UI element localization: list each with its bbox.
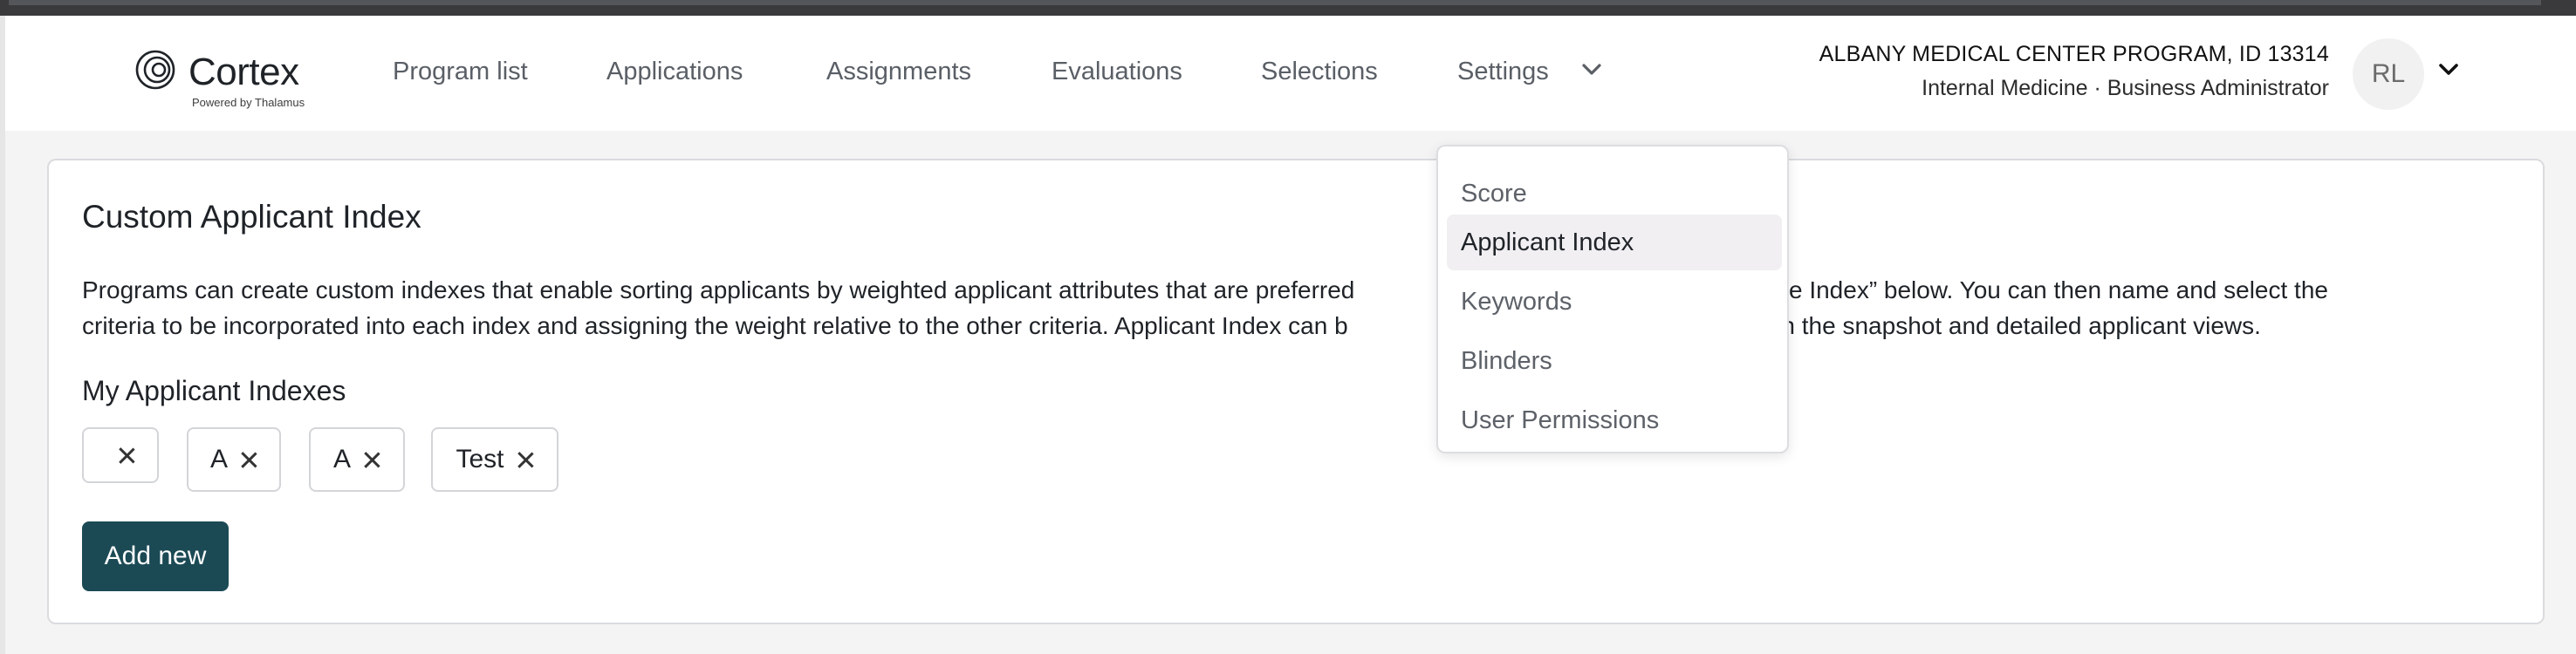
app-logo[interactable]: Cortex Powered by Thalamus: [134, 44, 344, 115]
card-description: Programs can create custom indexes that …: [82, 272, 2508, 344]
add-new-button[interactable]: Add new: [82, 521, 229, 591]
chevron-down-icon[interactable]: [1576, 58, 1607, 82]
close-icon[interactable]: [240, 451, 257, 468]
program-role: Internal Medicine · Business Administrat…: [1922, 76, 2329, 100]
nav-assignments[interactable]: Assignments: [826, 58, 971, 86]
index-chip[interactable]: A: [187, 427, 281, 492]
description-line-1: Programs can create custom indexes that …: [82, 272, 2508, 308]
description-text: criteria to be incorporated into each in…: [82, 312, 1348, 339]
cortex-logo-icon: [135, 50, 175, 90]
browser-top-highlight: [9, 0, 2541, 5]
chevron-down-icon[interactable]: [2433, 58, 2464, 82]
close-icon[interactable]: [517, 451, 534, 468]
browser-top-strip: [0, 0, 2576, 16]
chip-label: A: [332, 445, 351, 473]
chip-label: Test: [456, 445, 504, 473]
chip-label: A: [209, 445, 228, 473]
logo-text: Cortex: [188, 51, 299, 93]
avatar[interactable]: RL: [2353, 38, 2424, 110]
description-text: “Create Index” below. You can then name …: [1721, 276, 2328, 303]
description-text: Programs can create custom indexes that …: [82, 276, 1355, 303]
app-header: Cortex Powered by Thalamus Program list …: [5, 16, 2576, 131]
program-info: ALBANY MEDICAL CENTER PROGRAM, ID 13314 …: [1819, 42, 2329, 101]
close-icon[interactable]: [363, 451, 380, 468]
logo-subtitle: Powered by Thalamus: [192, 96, 305, 109]
close-icon[interactable]: [118, 446, 135, 464]
nav-settings[interactable]: Settings: [1457, 58, 1549, 86]
program-name: ALBANY MEDICAL CENTER PROGRAM, ID 13314: [1819, 42, 2329, 66]
settings-dropdown-menu: Score Applicant Index Keywords Blinders …: [1436, 145, 1789, 453]
applicant-index-card: Custom Applicant Index Programs can crea…: [47, 159, 2545, 624]
menu-item-user-permissions[interactable]: User Permissions: [1447, 392, 1782, 448]
nav-evaluations[interactable]: Evaluations: [1052, 58, 1182, 86]
menu-item-blinders[interactable]: Blinders: [1447, 333, 1782, 389]
menu-item-score[interactable]: Score: [1447, 166, 1782, 221]
nav-selections[interactable]: Selections: [1261, 58, 1378, 86]
index-chip[interactable]: Test: [431, 427, 558, 492]
page-title: Custom Applicant Index: [82, 199, 421, 235]
menu-item-applicant-index[interactable]: Applicant Index: [1447, 215, 1782, 270]
nav-applications[interactable]: Applications: [606, 58, 743, 86]
index-chip[interactable]: A: [309, 427, 405, 492]
nav-program-list[interactable]: Program list: [393, 58, 528, 86]
my-indexes-title: My Applicant Indexes: [82, 375, 346, 406]
menu-item-keywords[interactable]: Keywords: [1447, 274, 1782, 330]
description-line-2: criteria to be incorporated into each in…: [82, 308, 2508, 344]
index-chip[interactable]: [82, 427, 159, 483]
